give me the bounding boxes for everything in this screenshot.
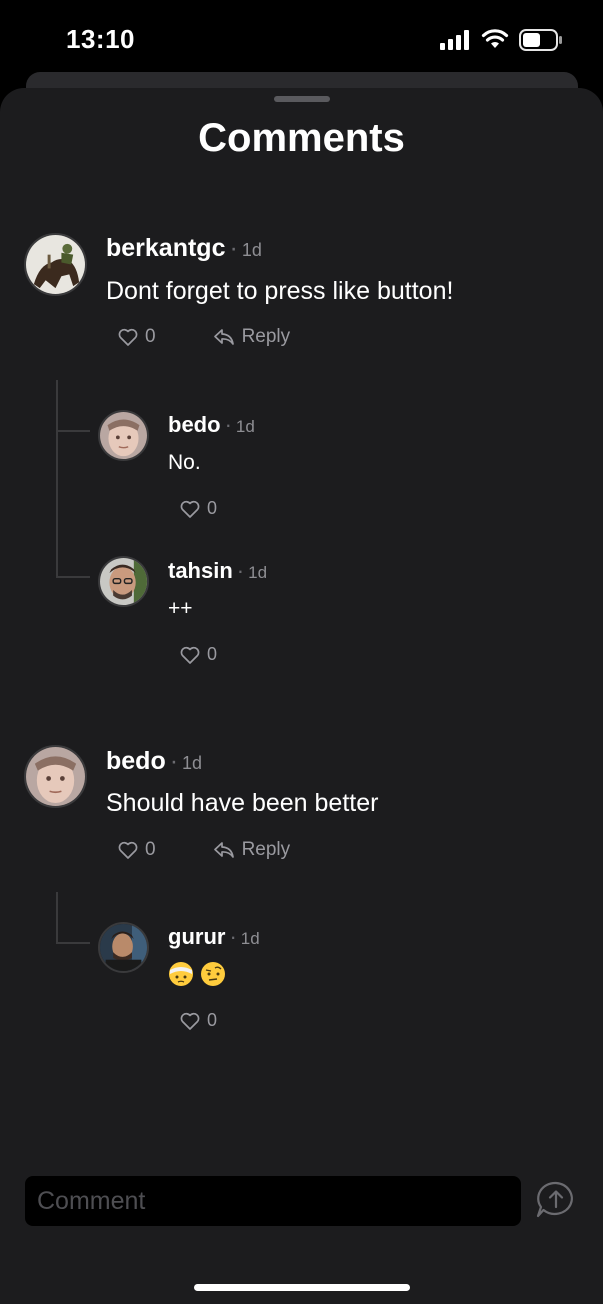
sheet-grabber[interactable] xyxy=(274,96,330,102)
like-count: 0 xyxy=(207,498,218,518)
avatar[interactable] xyxy=(24,233,87,296)
comment-actions: 0 Reply xyxy=(118,839,290,861)
timestamp: 1d xyxy=(248,563,268,582)
separator-dot: · xyxy=(229,924,237,949)
reply-thread-line xyxy=(56,380,90,432)
separator-dot: · xyxy=(236,558,245,583)
avatar-image xyxy=(100,412,147,459)
avatar-image xyxy=(100,924,147,971)
heart-icon xyxy=(118,841,138,859)
avatar[interactable] xyxy=(98,922,149,973)
heart-icon xyxy=(180,1012,200,1030)
cellular-signal-icon xyxy=(440,30,469,50)
comment-header: bedo · 1d xyxy=(106,747,202,776)
reply-label: Reply xyxy=(241,839,291,860)
reply-arrow-icon xyxy=(213,329,234,345)
sheet-title: Comments xyxy=(198,116,405,160)
face-with-head-bandage-icon xyxy=(169,962,193,986)
comment-emoji xyxy=(168,961,232,987)
send-comment-icon[interactable] xyxy=(534,1180,578,1220)
comment-text: No. xyxy=(168,451,201,474)
like-count: 0 xyxy=(207,1010,218,1030)
avatar-image xyxy=(26,235,85,294)
like-count: 0 xyxy=(145,326,156,347)
heart-icon xyxy=(180,646,200,664)
status-time: 13:10 xyxy=(66,24,135,54)
heart-icon xyxy=(180,500,200,518)
reply-thread-line xyxy=(56,430,90,578)
wifi-icon xyxy=(481,29,509,48)
reply-arrow-icon xyxy=(213,842,234,858)
reply-thread-line xyxy=(56,892,90,944)
comment-text: Dont forget to press like button! xyxy=(106,277,454,305)
separator-dot: · xyxy=(229,234,238,262)
comment-actions: 0 xyxy=(180,498,217,519)
like-button[interactable]: 0 xyxy=(118,839,156,861)
like-button[interactable]: 0 xyxy=(118,326,156,348)
timestamp: 1d xyxy=(235,417,255,436)
comment-header: gurur · 1d xyxy=(168,924,260,950)
avatar[interactable] xyxy=(24,745,87,808)
separator-dot: · xyxy=(224,412,232,437)
avatar-image xyxy=(26,747,85,806)
username[interactable]: gurur xyxy=(168,924,225,949)
reply-button[interactable]: Reply xyxy=(213,326,291,348)
avatar[interactable] xyxy=(98,556,149,607)
reply-button[interactable]: Reply xyxy=(213,839,291,861)
comment-header: bedo · 1d xyxy=(168,412,255,438)
like-button[interactable]: 0 xyxy=(180,644,217,665)
comment-actions: 0 xyxy=(180,644,217,665)
like-button[interactable]: 0 xyxy=(180,1010,217,1031)
status-bar: 13:10 xyxy=(0,0,603,80)
heart-icon xyxy=(118,328,138,346)
reply-label: Reply xyxy=(241,326,291,347)
username[interactable]: tahsin xyxy=(168,558,233,583)
comment-input[interactable] xyxy=(25,1176,521,1226)
username[interactable]: bedo xyxy=(106,747,166,775)
comment-text: ++ xyxy=(168,597,193,620)
timestamp: 1d xyxy=(240,929,260,948)
comment-header: berkantgc · 1d xyxy=(106,234,262,263)
comments-sheet: Comments xyxy=(0,88,603,1304)
comment-actions: 0 xyxy=(180,1010,217,1031)
like-button[interactable]: 0 xyxy=(180,498,217,519)
timestamp: 1d xyxy=(182,753,203,773)
like-count: 0 xyxy=(207,644,218,664)
username[interactable]: bedo xyxy=(168,412,221,437)
comment-actions: 0 Reply xyxy=(118,326,290,348)
like-count: 0 xyxy=(145,839,156,860)
avatar[interactable] xyxy=(98,410,149,461)
separator-dot: · xyxy=(169,747,179,775)
comment-input-bar xyxy=(25,1176,521,1226)
comment-header: tahsin · 1d xyxy=(168,558,267,584)
home-indicator[interactable] xyxy=(194,1284,410,1291)
comment-text: Should have been better xyxy=(106,789,379,817)
username[interactable]: berkantgc xyxy=(106,234,225,262)
face-with-raised-eyebrow-icon xyxy=(201,962,225,986)
timestamp: 1d xyxy=(241,240,262,260)
battery-icon xyxy=(519,29,562,51)
avatar-image xyxy=(100,558,147,605)
